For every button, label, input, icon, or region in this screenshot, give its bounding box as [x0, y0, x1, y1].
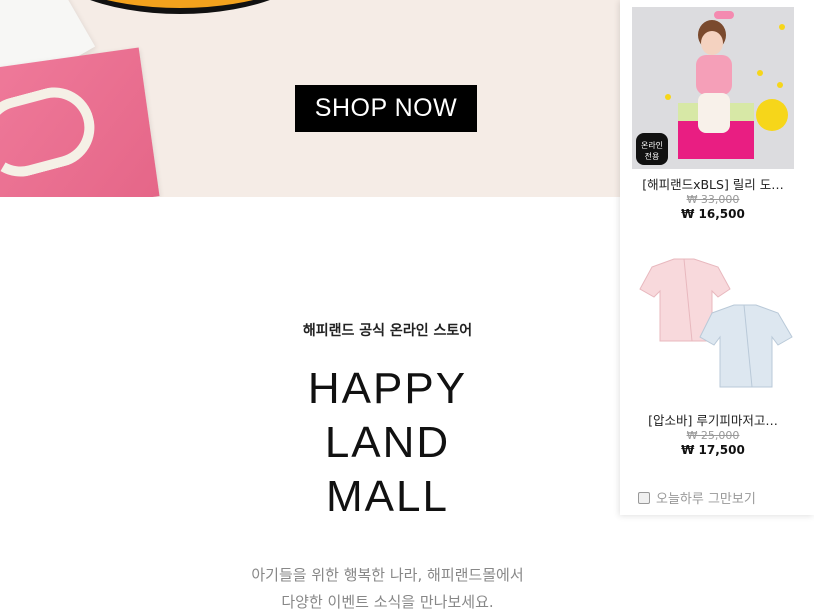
product-name[interactable]: [해피랜드xBLS] 릴리 도… — [632, 174, 794, 193]
dismiss-today-toggle[interactable]: 오늘하루 그만보기 — [638, 488, 756, 507]
product-name[interactable]: [압소바] 루기피마저고… — [632, 410, 794, 429]
online-only-badge: 온라인 — [641, 140, 663, 150]
product-photo-girl: 온라인 전용 — [632, 7, 794, 169]
svg-text:전용: 전용 — [645, 151, 660, 161]
product-photo-baby-clothes — [639, 258, 793, 388]
product-image[interactable]: 온라인 전용 — [632, 7, 794, 169]
product-sale-price: ₩ 16,500 — [681, 207, 745, 221]
product-original-price: ₩ 25,000 — [686, 429, 740, 442]
description-line: 아기들을 위한 행복한 나라, 해피랜드몰에서 — [251, 566, 524, 584]
dismiss-label: 오늘하루 그만보기 — [656, 492, 756, 507]
description-line: 다양한 이벤트 소식을 만나보세요. — [281, 593, 494, 611]
banner-decoration — [40, 0, 320, 14]
product-sale-price: ₩ 17,500 — [681, 443, 745, 457]
recent-products-panel: 온라인 전용 [해피랜드xBLS] 릴리 도… ₩ 33,000 ₩ 16,50… — [620, 0, 814, 515]
store-description: 아기들을 위한 행복한 나라, 해피랜드몰에서 다양한 이벤트 소식을 만나보세… — [0, 562, 775, 616]
product-original-price: ₩ 33,000 — [686, 193, 740, 206]
hero-banner: SHOP NOW — [0, 0, 620, 197]
shop-now-button[interactable]: SHOP NOW — [295, 85, 477, 132]
product-image[interactable] — [632, 245, 794, 407]
dismiss-checkbox[interactable] — [638, 491, 650, 504]
